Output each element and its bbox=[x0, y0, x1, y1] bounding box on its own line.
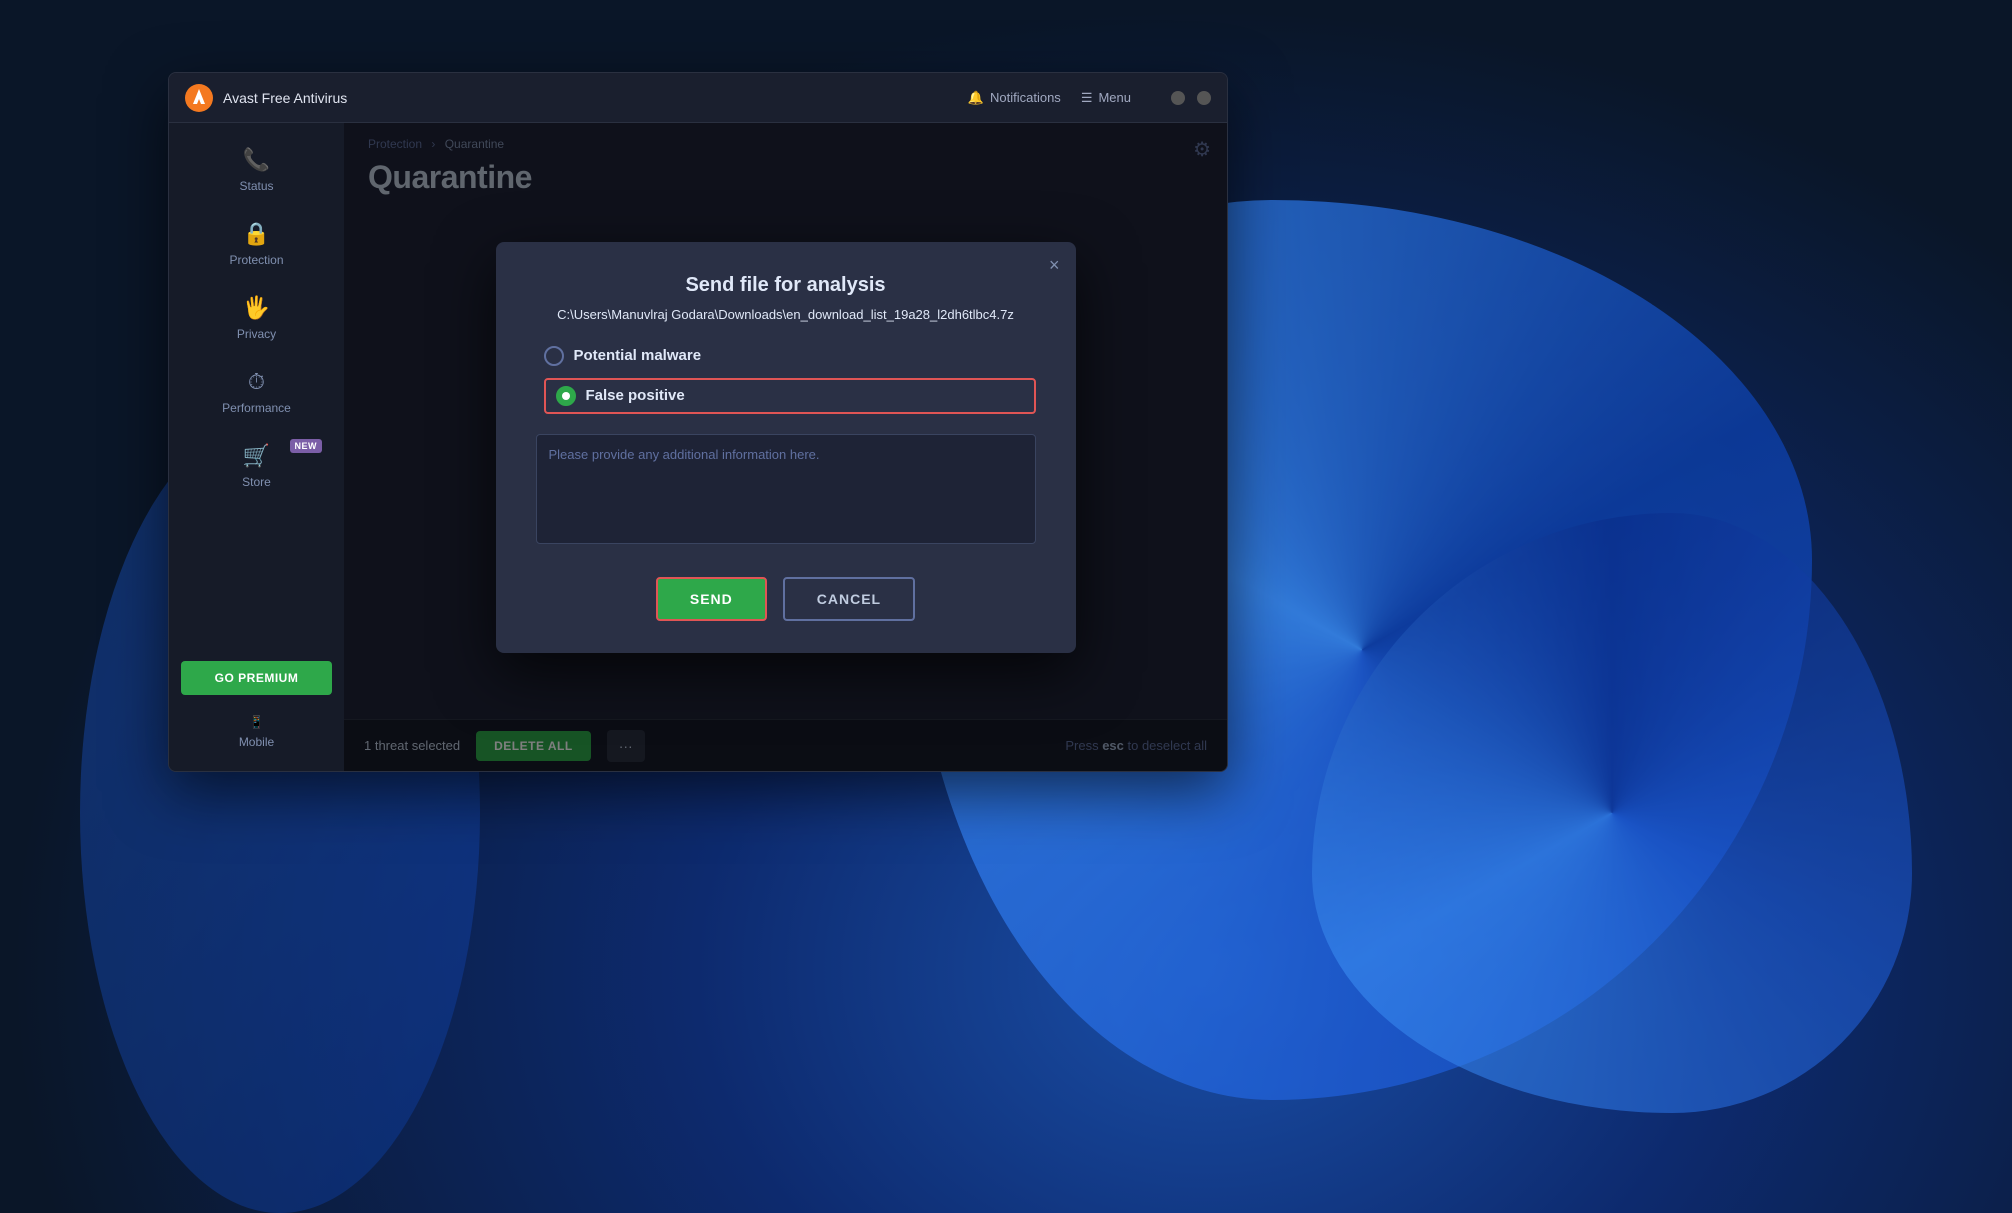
sidebar-item-privacy[interactable]: 🖐 Privacy bbox=[169, 281, 344, 355]
send-button[interactable]: SEND bbox=[656, 577, 767, 621]
store-icon: 🛒 bbox=[243, 443, 270, 469]
avast-logo bbox=[185, 84, 213, 112]
privacy-icon: 🖐 bbox=[243, 295, 270, 321]
title-bar: Avast Free Antivirus 🔔 Notifications ☰ M… bbox=[169, 73, 1227, 123]
go-premium-button[interactable]: GO PREMIUM bbox=[181, 661, 332, 695]
minimize-button[interactable] bbox=[1171, 91, 1185, 105]
bell-icon: 🔔 bbox=[968, 90, 984, 106]
status-icon: 📞 bbox=[243, 147, 270, 173]
protection-icon: 🔒 bbox=[243, 221, 270, 247]
sidebar: 📞 Status 🔒 Protection 🖐 Privacy ⏱ Perfor… bbox=[169, 123, 344, 771]
potential-malware-label: Potential malware bbox=[574, 347, 702, 364]
app-window: Avast Free Antivirus 🔔 Notifications ☰ M… bbox=[168, 72, 1228, 772]
close-button[interactable] bbox=[1197, 91, 1211, 105]
modal-close-button[interactable]: × bbox=[1049, 256, 1060, 274]
radio-group: Potential malware False positive bbox=[536, 346, 1036, 414]
app-name-label: Avast Free Antivirus bbox=[223, 90, 968, 106]
new-badge: NEW bbox=[290, 439, 323, 453]
window-controls bbox=[1171, 91, 1211, 105]
modal-buttons: SEND CANCEL bbox=[536, 577, 1036, 621]
sidebar-item-status[interactable]: 📞 Status bbox=[169, 133, 344, 207]
sidebar-item-performance[interactable]: ⏱ Performance bbox=[169, 355, 344, 429]
sidebar-item-protection[interactable]: 🔒 Protection bbox=[169, 207, 344, 281]
content-area: Protection › Quarantine Quarantine ⚙ × S… bbox=[344, 123, 1227, 771]
mobile-icon: 📱 bbox=[249, 715, 264, 729]
sidebar-item-store[interactable]: NEW 🛒 Store bbox=[169, 429, 344, 503]
false-positive-radio[interactable] bbox=[556, 386, 576, 406]
sidebar-item-mobile[interactable]: 📱 Mobile bbox=[169, 703, 344, 761]
potential-malware-radio[interactable] bbox=[544, 346, 564, 366]
false-positive-label: False positive bbox=[586, 387, 685, 404]
performance-icon: ⏱ bbox=[248, 369, 265, 395]
additional-info-textarea[interactable] bbox=[536, 434, 1036, 544]
app-body: 📞 Status 🔒 Protection 🖐 Privacy ⏱ Perfor… bbox=[169, 123, 1227, 771]
notifications-button[interactable]: 🔔 Notifications bbox=[968, 90, 1061, 106]
false-positive-option[interactable]: False positive bbox=[544, 378, 1036, 414]
send-file-modal: × Send file for analysis C:\Users\Manuvl… bbox=[496, 242, 1076, 653]
potential-malware-option[interactable]: Potential malware bbox=[544, 346, 1036, 366]
modal-filepath: C:\Users\Manuvlraj Godara\Downloads\en_d… bbox=[536, 307, 1036, 322]
menu-button[interactable]: ☰ Menu bbox=[1081, 90, 1131, 106]
menu-icon: ☰ bbox=[1081, 90, 1093, 106]
modal-title: Send file for analysis bbox=[536, 274, 1036, 297]
title-bar-actions: 🔔 Notifications ☰ Menu bbox=[968, 90, 1211, 106]
cancel-button[interactable]: CANCEL bbox=[783, 577, 915, 621]
modal-overlay: × Send file for analysis C:\Users\Manuvl… bbox=[344, 123, 1227, 771]
